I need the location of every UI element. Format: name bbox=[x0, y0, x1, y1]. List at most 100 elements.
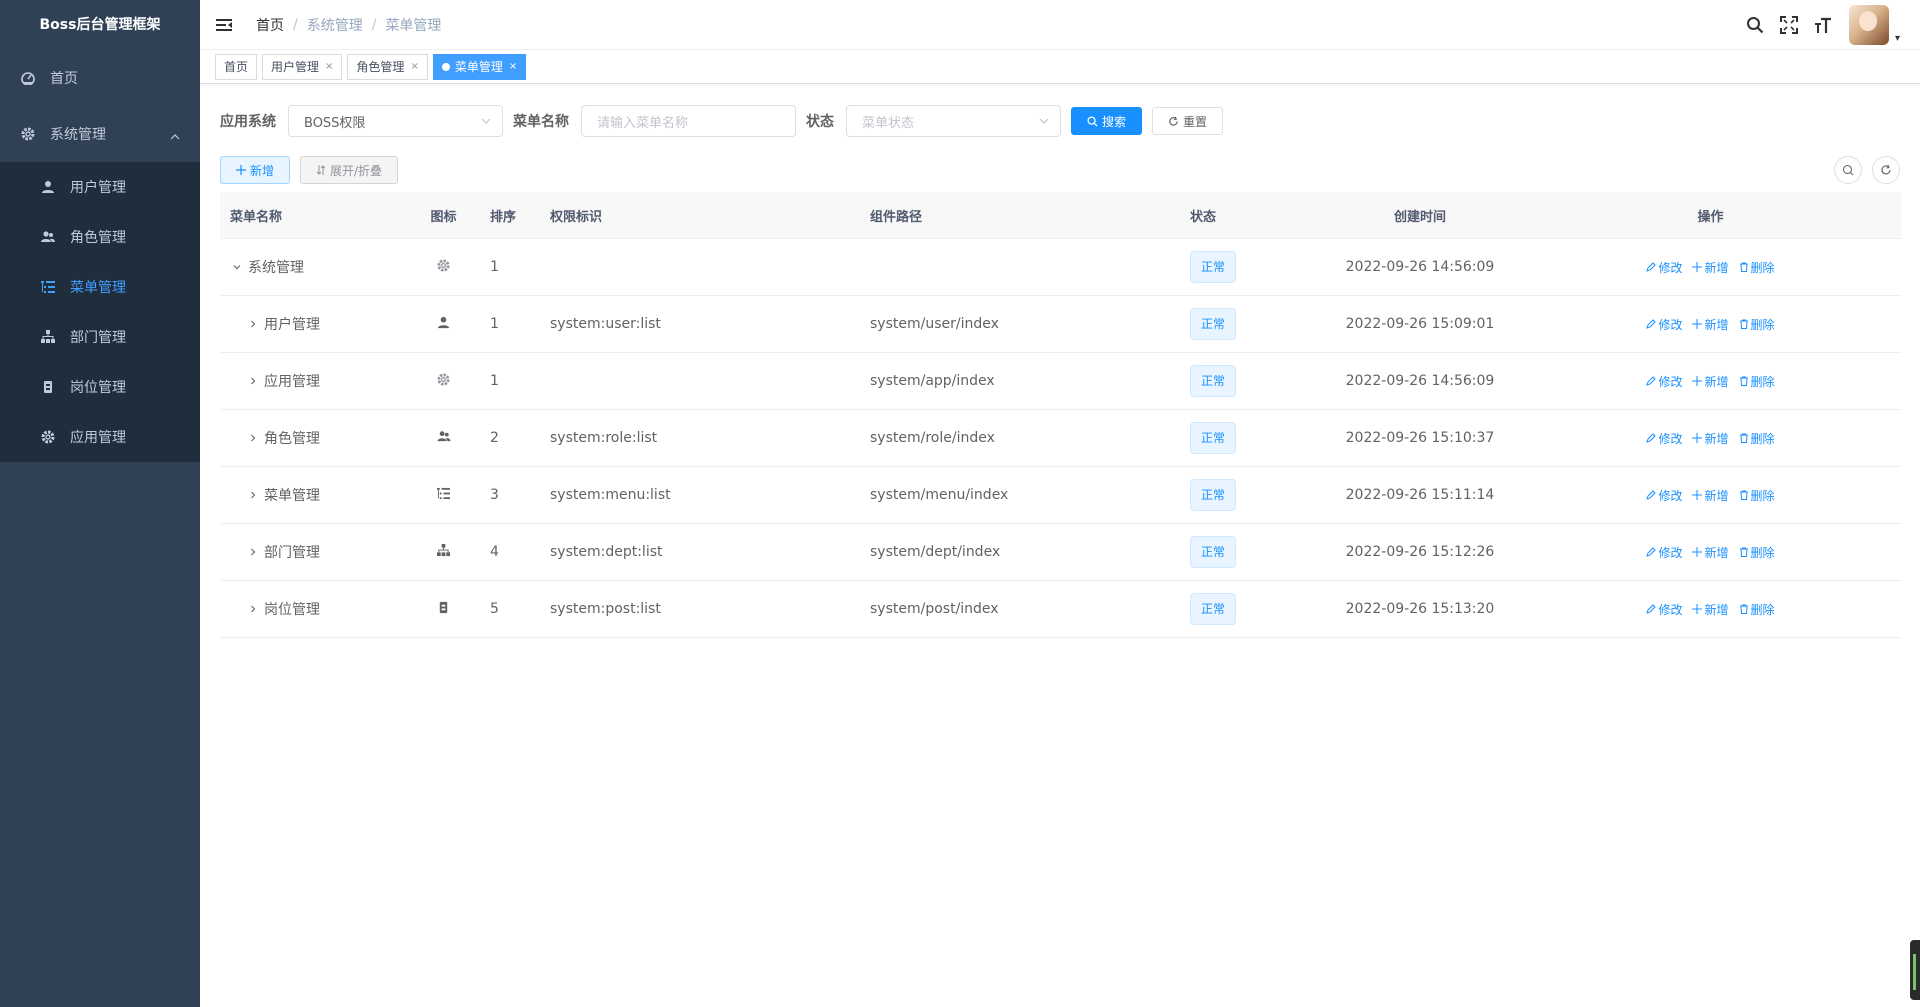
add-child-button[interactable]: 新增 bbox=[1692, 373, 1729, 390]
delete-button[interactable]: 删除 bbox=[1739, 601, 1775, 618]
trash-icon bbox=[1739, 547, 1749, 557]
search-button[interactable]: 搜索 bbox=[1071, 107, 1143, 135]
post-icon bbox=[437, 601, 450, 618]
tag-label: 菜单管理 bbox=[454, 59, 503, 74]
app-system-select[interactable]: BOSS权限 bbox=[288, 105, 503, 137]
delete-button[interactable]: 删除 bbox=[1739, 487, 1775, 504]
refresh-button[interactable] bbox=[1872, 156, 1900, 184]
cell-name: 应用管理 bbox=[220, 371, 407, 391]
tag-home[interactable]: 首页 bbox=[215, 53, 258, 80]
sidebar-item-posts[interactable]: 岗位管理 bbox=[0, 362, 200, 412]
sidebar-item-system[interactable]: 系统管理 bbox=[0, 106, 200, 162]
tree-icon bbox=[437, 543, 450, 561]
gear-icon bbox=[437, 258, 450, 276]
cell-name: 菜单管理 bbox=[220, 485, 407, 505]
table-header: 菜单名称 图标 排序 权限标识 组件路径 状态 创建时间 操作 bbox=[220, 192, 1901, 239]
reset-button[interactable]: 重置 bbox=[1152, 107, 1224, 135]
sidebar-item-home[interactable]: 首页 bbox=[0, 50, 200, 106]
table-row: 岗位管理 5 system:post:list system/post/index 正常… bbox=[220, 581, 1901, 638]
sidebar-item-label: 角色管理 bbox=[70, 230, 126, 246]
expand-collapse-button[interactable]: 展开/折叠 bbox=[300, 156, 399, 184]
add-child-button[interactable]: 新增 bbox=[1692, 430, 1729, 447]
table-row: 菜单管理 3 system:menu:list system/menu/index 正常… bbox=[220, 467, 1901, 524]
font-size-icon[interactable] bbox=[1813, 15, 1833, 35]
delete-button[interactable]: 删除 bbox=[1739, 373, 1775, 390]
table-body: 系统管理 1 正常 2022-09-26 14:56:09 修改 新增 删除 用户管理 1 sys… bbox=[220, 239, 1901, 638]
cell-created: 2022-09-26 15:13:20 bbox=[1345, 601, 1495, 617]
tag-users[interactable]: 用户管理 × bbox=[262, 53, 343, 80]
edit-label: 修改 bbox=[1658, 545, 1683, 560]
edit-label: 修改 bbox=[1658, 488, 1683, 503]
edit-icon bbox=[1646, 490, 1657, 500]
close-icon[interactable]: × bbox=[509, 55, 517, 79]
expand-collapse-label: 展开/折叠 bbox=[330, 163, 383, 178]
avatar[interactable] bbox=[1848, 5, 1889, 45]
menu-name-input[interactable]: 请输入菜单名称 bbox=[581, 105, 796, 137]
delete-button[interactable]: 删除 bbox=[1739, 316, 1775, 333]
chevron-down-icon bbox=[1038, 115, 1050, 131]
app-container: 应用系统 BOSS权限 菜单名称 请输入菜单名称 状态 菜单状态 搜索 重置 新… bbox=[200, 84, 1920, 638]
chevron-right-icon[interactable] bbox=[246, 433, 260, 443]
cell-component: system/app/index bbox=[870, 373, 995, 389]
chevron-right-icon[interactable] bbox=[246, 604, 260, 614]
tag-menus[interactable]: 菜单管理 × bbox=[432, 53, 527, 80]
plus-icon bbox=[1692, 262, 1703, 272]
add-label: 新增 bbox=[1704, 431, 1729, 446]
sidebar-item-label: 岗位管理 bbox=[70, 380, 126, 396]
edit-button[interactable]: 修改 bbox=[1646, 601, 1682, 618]
add-child-button[interactable]: 新增 bbox=[1692, 487, 1729, 504]
plus-icon bbox=[1692, 490, 1703, 500]
breadcrumb-separator: / bbox=[371, 16, 377, 33]
dashboard-icon bbox=[20, 70, 36, 86]
scroll-handle[interactable] bbox=[1910, 940, 1920, 1000]
delete-button[interactable]: 删除 bbox=[1739, 430, 1775, 447]
edit-button[interactable]: 修改 bbox=[1646, 487, 1682, 504]
edit-button[interactable]: 修改 bbox=[1646, 430, 1682, 447]
tree-table-icon bbox=[40, 279, 56, 295]
tag-roles[interactable]: 角色管理 × bbox=[347, 53, 428, 80]
add-child-button[interactable]: 新增 bbox=[1692, 601, 1729, 618]
delete-button[interactable]: 删除 bbox=[1739, 544, 1775, 561]
cell-icon bbox=[407, 487, 480, 504]
cell-component: system/dept/index bbox=[870, 544, 1001, 560]
hamburger-icon[interactable] bbox=[216, 17, 232, 33]
edit-button[interactable]: 修改 bbox=[1646, 316, 1682, 333]
delete-button[interactable]: 删除 bbox=[1739, 259, 1775, 276]
chevron-right-icon[interactable] bbox=[246, 376, 260, 386]
chevron-up-icon bbox=[170, 128, 180, 144]
sidebar-item-depts[interactable]: 部门管理 bbox=[0, 312, 200, 362]
sidebar-item-apps[interactable]: 应用管理 bbox=[0, 412, 200, 462]
cell-created: 2022-09-26 15:12:26 bbox=[1345, 544, 1495, 560]
add-child-button[interactable]: 新增 bbox=[1692, 259, 1729, 276]
edit-label: 修改 bbox=[1658, 317, 1683, 332]
chevron-down-icon[interactable] bbox=[230, 262, 244, 272]
search-icon[interactable] bbox=[1745, 15, 1765, 35]
chevron-right-icon[interactable] bbox=[246, 319, 260, 329]
trash-icon bbox=[1739, 319, 1749, 329]
edit-button[interactable]: 修改 bbox=[1646, 259, 1682, 276]
fullscreen-icon[interactable] bbox=[1779, 15, 1799, 35]
status-select[interactable]: 菜单状态 bbox=[846, 105, 1061, 137]
add-child-button[interactable]: 新增 bbox=[1692, 544, 1729, 561]
reset-button-label: 重置 bbox=[1183, 114, 1208, 129]
add-child-button[interactable]: 新增 bbox=[1692, 316, 1729, 333]
breadcrumb-item-home[interactable]: 首页 bbox=[256, 15, 284, 35]
refresh-icon bbox=[1168, 116, 1179, 127]
chevron-right-icon[interactable] bbox=[246, 547, 260, 557]
cell-component: system/menu/index bbox=[870, 487, 1009, 503]
caret-down-icon[interactable]: ▾ bbox=[1895, 33, 1900, 44]
close-icon[interactable]: × bbox=[325, 55, 333, 79]
toggle-search-button[interactable] bbox=[1834, 156, 1862, 184]
edit-button[interactable]: 修改 bbox=[1646, 544, 1682, 561]
edit-button[interactable]: 修改 bbox=[1646, 373, 1682, 390]
add-label: 新增 bbox=[1704, 260, 1729, 275]
sidebar-item-label: 系统管理 bbox=[50, 127, 106, 143]
sidebar-item-menus[interactable]: 菜单管理 bbox=[0, 262, 200, 312]
add-button[interactable]: 新增 bbox=[220, 156, 291, 184]
sidebar-item-label: 用户管理 bbox=[70, 180, 126, 196]
sidebar-item-users[interactable]: 用户管理 bbox=[0, 162, 200, 212]
chevron-right-icon[interactable] bbox=[246, 490, 260, 500]
close-icon[interactable]: × bbox=[410, 55, 418, 79]
sidebar-item-roles[interactable]: 角色管理 bbox=[0, 212, 200, 262]
add-label: 新增 bbox=[1704, 374, 1729, 389]
